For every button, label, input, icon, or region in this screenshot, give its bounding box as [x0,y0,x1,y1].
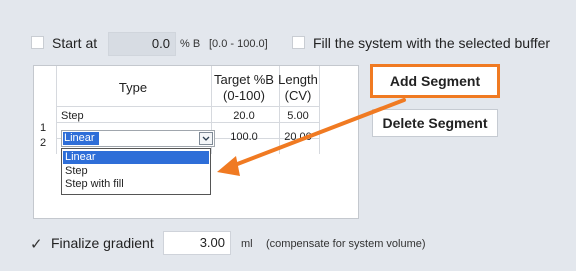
finalize-volume-input[interactable]: 3.00 [163,231,231,255]
header-target-line2: (0-100) [223,88,265,103]
finalize-label: Finalize gradient [51,235,154,251]
delete-segment-button[interactable]: Delete Segment [372,109,498,137]
start-at-checkbox[interactable] [31,36,44,49]
type-combobox[interactable]: Linear [61,130,215,147]
header-target-line1: Target %B [214,72,274,87]
fill-system-checkbox[interactable] [292,36,305,49]
row-number: 1 [40,122,47,134]
row-target-cell[interactable]: 20.0 [210,110,278,122]
dropdown-option[interactable]: Linear [63,151,209,164]
row-type-cell[interactable]: Step [61,110,84,122]
header-length-line2: (CV) [284,88,312,103]
finalize-unit: ml [241,238,253,250]
row-target-cell[interactable]: 100.0 [210,131,278,143]
start-at-label: Start at [52,35,98,51]
start-at-unit: % B [180,38,201,50]
row-number: 2 [40,137,47,149]
type-dropdown-list: Linear Step Step with fill [61,148,211,195]
add-segment-button[interactable]: Add Segment [370,64,500,98]
combo-selected-value: Linear [63,132,99,145]
start-at-range: [0.0 - 100.0] [209,38,268,50]
dropdown-option[interactable]: Step [63,165,209,178]
row-length-cell[interactable]: 20.00 [278,131,318,143]
finalize-note: (compensate for system volume) [266,238,426,250]
row-length-cell[interactable]: 5.00 [278,110,318,122]
fill-system-label: Fill the system with the selected buffer [313,35,551,51]
header-length-line1: Length [278,72,318,87]
dropdown-option[interactable]: Step with fill [63,178,209,191]
header-type: Type [118,80,148,95]
start-at-input[interactable]: 0.0 [108,32,176,56]
finalize-checkbox[interactable]: ✓ [30,235,44,253]
